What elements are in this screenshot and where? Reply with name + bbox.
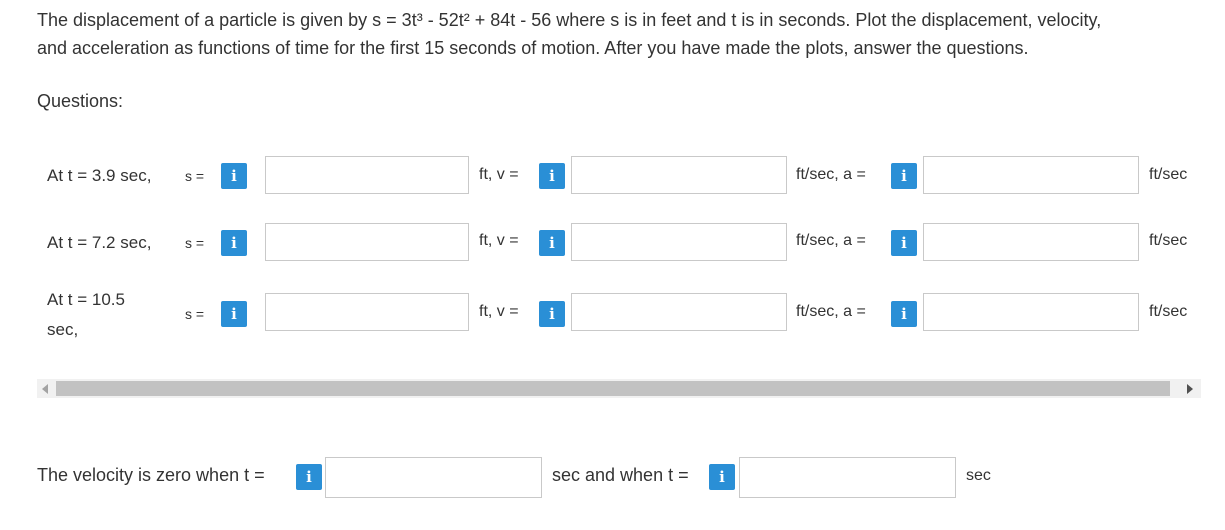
row-1-a-input[interactable]: [923, 156, 1139, 194]
row-3-label-line-2: sec,: [47, 320, 79, 339]
row-1-s-label: s =: [185, 168, 205, 184]
info-icon[interactable]: i: [709, 464, 735, 490]
row-2-label: At t = 7.2 sec,: [47, 233, 152, 252]
info-icon[interactable]: i: [221, 230, 247, 256]
row-2-ft-v-label: ft, v =: [479, 232, 519, 249]
problem-line-2: and acceleration as functions of time fo…: [37, 38, 1029, 58]
questions-heading: Questions:: [37, 91, 124, 111]
row-3-a-input[interactable]: [923, 293, 1139, 331]
row-3-label: At t = 10.5 sec,: [47, 286, 125, 344]
row-3-end-unit: ft/sec: [1149, 303, 1188, 320]
velocity-zero-t2-input[interactable]: [739, 457, 956, 498]
scrollbar-thumb[interactable]: [56, 381, 1170, 396]
info-icon[interactable]: i: [539, 163, 565, 189]
row-2-a-input[interactable]: [923, 223, 1139, 261]
info-icon[interactable]: i: [539, 230, 565, 256]
row-1-label: At t = 3.9 sec,: [47, 166, 152, 185]
info-icon[interactable]: i: [221, 301, 247, 327]
velocity-zero-t1-input[interactable]: [325, 457, 542, 498]
velocity-zero-middle: sec and when t =: [552, 465, 689, 485]
row-3-fts-a-label: ft/sec, a =: [796, 303, 866, 320]
row-2-fts-a-label: ft/sec, a =: [796, 232, 866, 249]
row-3-v-input[interactable]: [571, 293, 787, 331]
info-icon[interactable]: i: [296, 464, 322, 490]
row-1-v-input[interactable]: [571, 156, 787, 194]
row-3-ft-v-label: ft, v =: [479, 303, 519, 320]
row-2-end-unit: ft/sec: [1149, 232, 1188, 249]
row-3-s-label: s =: [185, 306, 205, 322]
info-icon[interactable]: i: [221, 163, 247, 189]
row-2-v-input[interactable]: [571, 223, 787, 261]
info-icon[interactable]: i: [539, 301, 565, 327]
row-3-label-line-1: At t = 10.5: [47, 290, 125, 309]
problem-line-1: The displacement of a particle is given …: [37, 10, 1102, 30]
row-1-s-input[interactable]: [265, 156, 469, 194]
velocity-zero-suffix: sec: [966, 467, 991, 484]
problem-statement: The displacement of a particle is given …: [37, 6, 1207, 62]
row-3-s-input[interactable]: [265, 293, 469, 331]
row-1-ft-v-label: ft, v =: [479, 166, 519, 183]
row-1-end-unit: ft/sec: [1149, 166, 1188, 183]
info-icon[interactable]: i: [891, 301, 917, 327]
row-1-fts-a-label: ft/sec, a =: [796, 166, 866, 183]
info-icon[interactable]: i: [891, 163, 917, 189]
row-2-s-label: s =: [185, 235, 205, 251]
row-2-s-input[interactable]: [265, 223, 469, 261]
info-icon[interactable]: i: [891, 230, 917, 256]
scroll-right-icon[interactable]: [1187, 384, 1193, 394]
velocity-zero-prefix: The velocity is zero when t =: [37, 465, 265, 485]
scroll-left-icon[interactable]: [42, 384, 48, 394]
